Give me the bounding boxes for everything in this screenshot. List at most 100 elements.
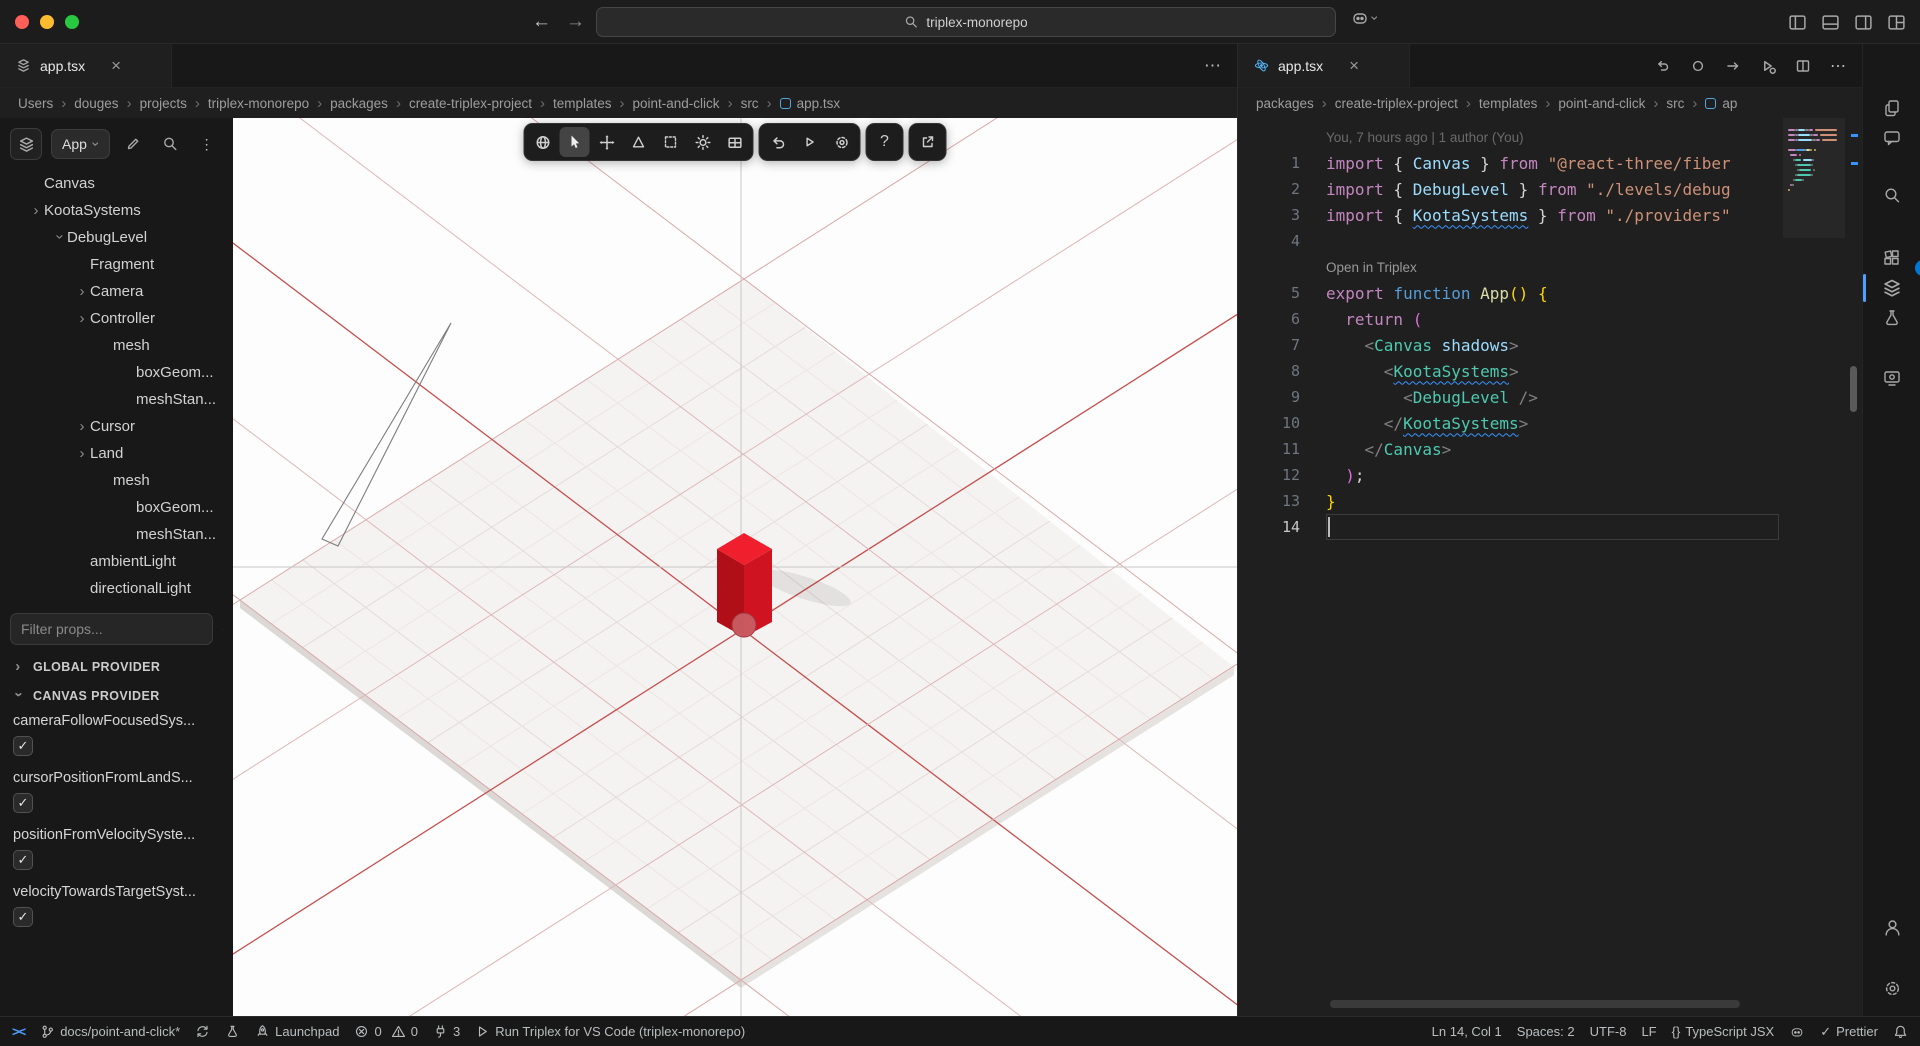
- run-or-debug-button[interactable]: [1754, 52, 1782, 80]
- tab-triplex-scene[interactable]: app.tsx ×: [0, 44, 172, 87]
- filter-props-input[interactable]: [10, 613, 213, 645]
- code-line[interactable]: 10 </KootaSystems>: [1238, 410, 1783, 436]
- eol-status[interactable]: LF: [1641, 1024, 1656, 1039]
- scene-tree-item[interactable]: Fragment: [0, 251, 233, 278]
- settings-button[interactable]: [827, 127, 857, 157]
- sidebar-item-chat[interactable]: [1874, 120, 1910, 156]
- component-switcher[interactable]: App ›: [51, 129, 110, 159]
- breadcrumb-item[interactable]: packages: [1256, 96, 1314, 111]
- scene-tree-item[interactable]: ›Land: [0, 440, 233, 467]
- minimap[interactable]: [1783, 118, 1845, 1016]
- code-line[interactable]: 11 </Canvas>: [1238, 436, 1783, 462]
- breadcrumb-item[interactable]: point-and-click: [1558, 96, 1645, 111]
- scale-tool-button[interactable]: [656, 127, 686, 157]
- scene-tree-item[interactable]: directionalLight: [0, 575, 233, 602]
- more-tab-actions-icon[interactable]: ⋯: [1204, 44, 1221, 88]
- launchpad-button[interactable]: Launchpad: [255, 1024, 339, 1039]
- scene-tree-item[interactable]: meshStan...: [0, 386, 233, 413]
- command-center-search[interactable]: triplex-monorepo: [596, 7, 1336, 37]
- camera-tool-button[interactable]: [528, 127, 558, 157]
- scene-tree-item[interactable]: mesh: [0, 332, 233, 359]
- scene-tree-item[interactable]: ›Cursor: [0, 413, 233, 440]
- scene-viewport[interactable]: ?: [233, 118, 1237, 1016]
- code-line[interactable]: 12 );: [1238, 462, 1783, 488]
- zoom-window-button[interactable]: [65, 15, 79, 29]
- cursor-position-status[interactable]: Ln 14, Col 1: [1432, 1024, 1502, 1039]
- breadcrumb-item[interactable]: douges: [74, 96, 118, 111]
- problems-status[interactable]: 0 0: [354, 1024, 417, 1039]
- breadcrumb-item[interactable]: src: [741, 96, 759, 111]
- code-line[interactable]: 9 <DebugLevel />: [1238, 384, 1783, 410]
- customize-layout-icon[interactable]: [1887, 13, 1906, 32]
- select-tool-button[interactable]: [560, 127, 590, 157]
- vertical-scrollbar[interactable]: [1844, 118, 1862, 1016]
- code-area[interactable]: You, 7 hours ago | 1 author (You)1import…: [1238, 118, 1783, 1016]
- search-scene-button[interactable]: [156, 130, 184, 158]
- open-external-button[interactable]: [913, 127, 943, 157]
- scene-tree-item[interactable]: ›DebugLevel: [0, 224, 233, 251]
- close-tab-icon[interactable]: ×: [106, 57, 126, 74]
- breadcrumb-item[interactable]: ap: [1705, 96, 1737, 111]
- code-line[interactable]: 7 <Canvas shadows>: [1238, 332, 1783, 358]
- tab-app-tsx[interactable]: app.tsx ×: [1238, 44, 1410, 87]
- breadcrumb-item[interactable]: templates: [553, 96, 612, 111]
- open-changes-button[interactable]: [1719, 52, 1747, 80]
- grid-toggle-button[interactable]: [720, 127, 750, 157]
- branch-status[interactable]: docs/point-and-click*: [40, 1024, 180, 1039]
- sync-changes-button[interactable]: [195, 1024, 210, 1039]
- undo-button[interactable]: [763, 127, 793, 157]
- remote-indicator[interactable]: ><: [12, 1024, 25, 1039]
- scene-canvas[interactable]: [233, 118, 1237, 1016]
- breadcrumb-item[interactable]: Users: [18, 96, 53, 111]
- breadcrumb-item[interactable]: app.tsx: [780, 96, 841, 111]
- breadcrumb-item[interactable]: templates: [1479, 96, 1538, 111]
- code-line[interactable]: 6 return (: [1238, 306, 1783, 332]
- translate-tool-button[interactable]: [592, 127, 622, 157]
- ports-status[interactable]: 3: [433, 1024, 460, 1039]
- prop-checkbox[interactable]: ✓: [13, 850, 33, 870]
- prop-checkbox[interactable]: ✓: [13, 736, 33, 756]
- more-actions-icon[interactable]: ⋯: [1824, 52, 1852, 80]
- horizontal-scrollbar[interactable]: [1330, 1000, 1740, 1008]
- scene-tree-item[interactable]: ›KootaSystems: [0, 197, 233, 224]
- prop-checkbox[interactable]: ✓: [13, 907, 33, 927]
- scene-tree-item[interactable]: ›Controller: [0, 305, 233, 332]
- scene-panel-menu-icon[interactable]: ⋮: [193, 130, 221, 158]
- provider-section-header[interactable]: ›CANVAS PROVIDER: [0, 681, 233, 710]
- edit-component-button[interactable]: [119, 130, 147, 158]
- prop-checkbox[interactable]: ✓: [13, 793, 33, 813]
- scene-tree-item[interactable]: boxGeom...: [0, 359, 233, 386]
- code-line[interactable]: 3import { KootaSystems } from "./provide…: [1238, 202, 1783, 228]
- language-status[interactable]: {} TypeScript JSX: [1672, 1024, 1775, 1039]
- code-line[interactable]: Open in Triplex: [1238, 254, 1783, 280]
- filter-icon[interactable]: [222, 621, 223, 638]
- code-line[interactable]: 8 <KootaSystems>: [1238, 358, 1783, 384]
- close-tab-icon[interactable]: ×: [1344, 57, 1364, 74]
- triplex-logo-button[interactable]: [10, 128, 42, 160]
- breadcrumb-item[interactable]: packages: [330, 96, 388, 111]
- cursor-sphere[interactable]: [732, 613, 756, 637]
- toggle-panel-icon[interactable]: [1821, 13, 1840, 32]
- close-window-button[interactable]: [15, 15, 29, 29]
- copilot-status[interactable]: [1789, 1024, 1805, 1040]
- discard-changes-button[interactable]: [1649, 52, 1677, 80]
- minimize-window-button[interactable]: [40, 15, 54, 29]
- code-line[interactable]: 14: [1238, 514, 1783, 540]
- code-line[interactable]: 5export function App() {: [1238, 280, 1783, 306]
- formatter-status[interactable]: ✓ Prettier: [1820, 1024, 1878, 1040]
- codelens-link[interactable]: Open in Triplex: [1326, 260, 1417, 275]
- breadcrumb-item[interactable]: projects: [140, 96, 187, 111]
- scene-tree-item[interactable]: ambientLight: [0, 548, 233, 575]
- split-editor-button[interactable]: [1789, 52, 1817, 80]
- breadcrumb-item[interactable]: create-triplex-project: [1335, 96, 1458, 111]
- scene-tree-item[interactable]: Canvas: [0, 170, 233, 197]
- scene-tree-item[interactable]: ›Camera: [0, 278, 233, 305]
- sidebar-item-testing[interactable]: [1874, 300, 1910, 336]
- scene-tree-item[interactable]: boxGeom...: [0, 494, 233, 521]
- history-forward-button[interactable]: →: [566, 0, 585, 44]
- rotate-tool-button[interactable]: [624, 127, 654, 157]
- code-line[interactable]: 2import { DebugLevel } from "./levels/de…: [1238, 176, 1783, 202]
- scene-tree-item[interactable]: meshStan...: [0, 521, 233, 548]
- notifications-button[interactable]: [1893, 1024, 1908, 1039]
- indentation-status[interactable]: Spaces: 2: [1517, 1024, 1575, 1039]
